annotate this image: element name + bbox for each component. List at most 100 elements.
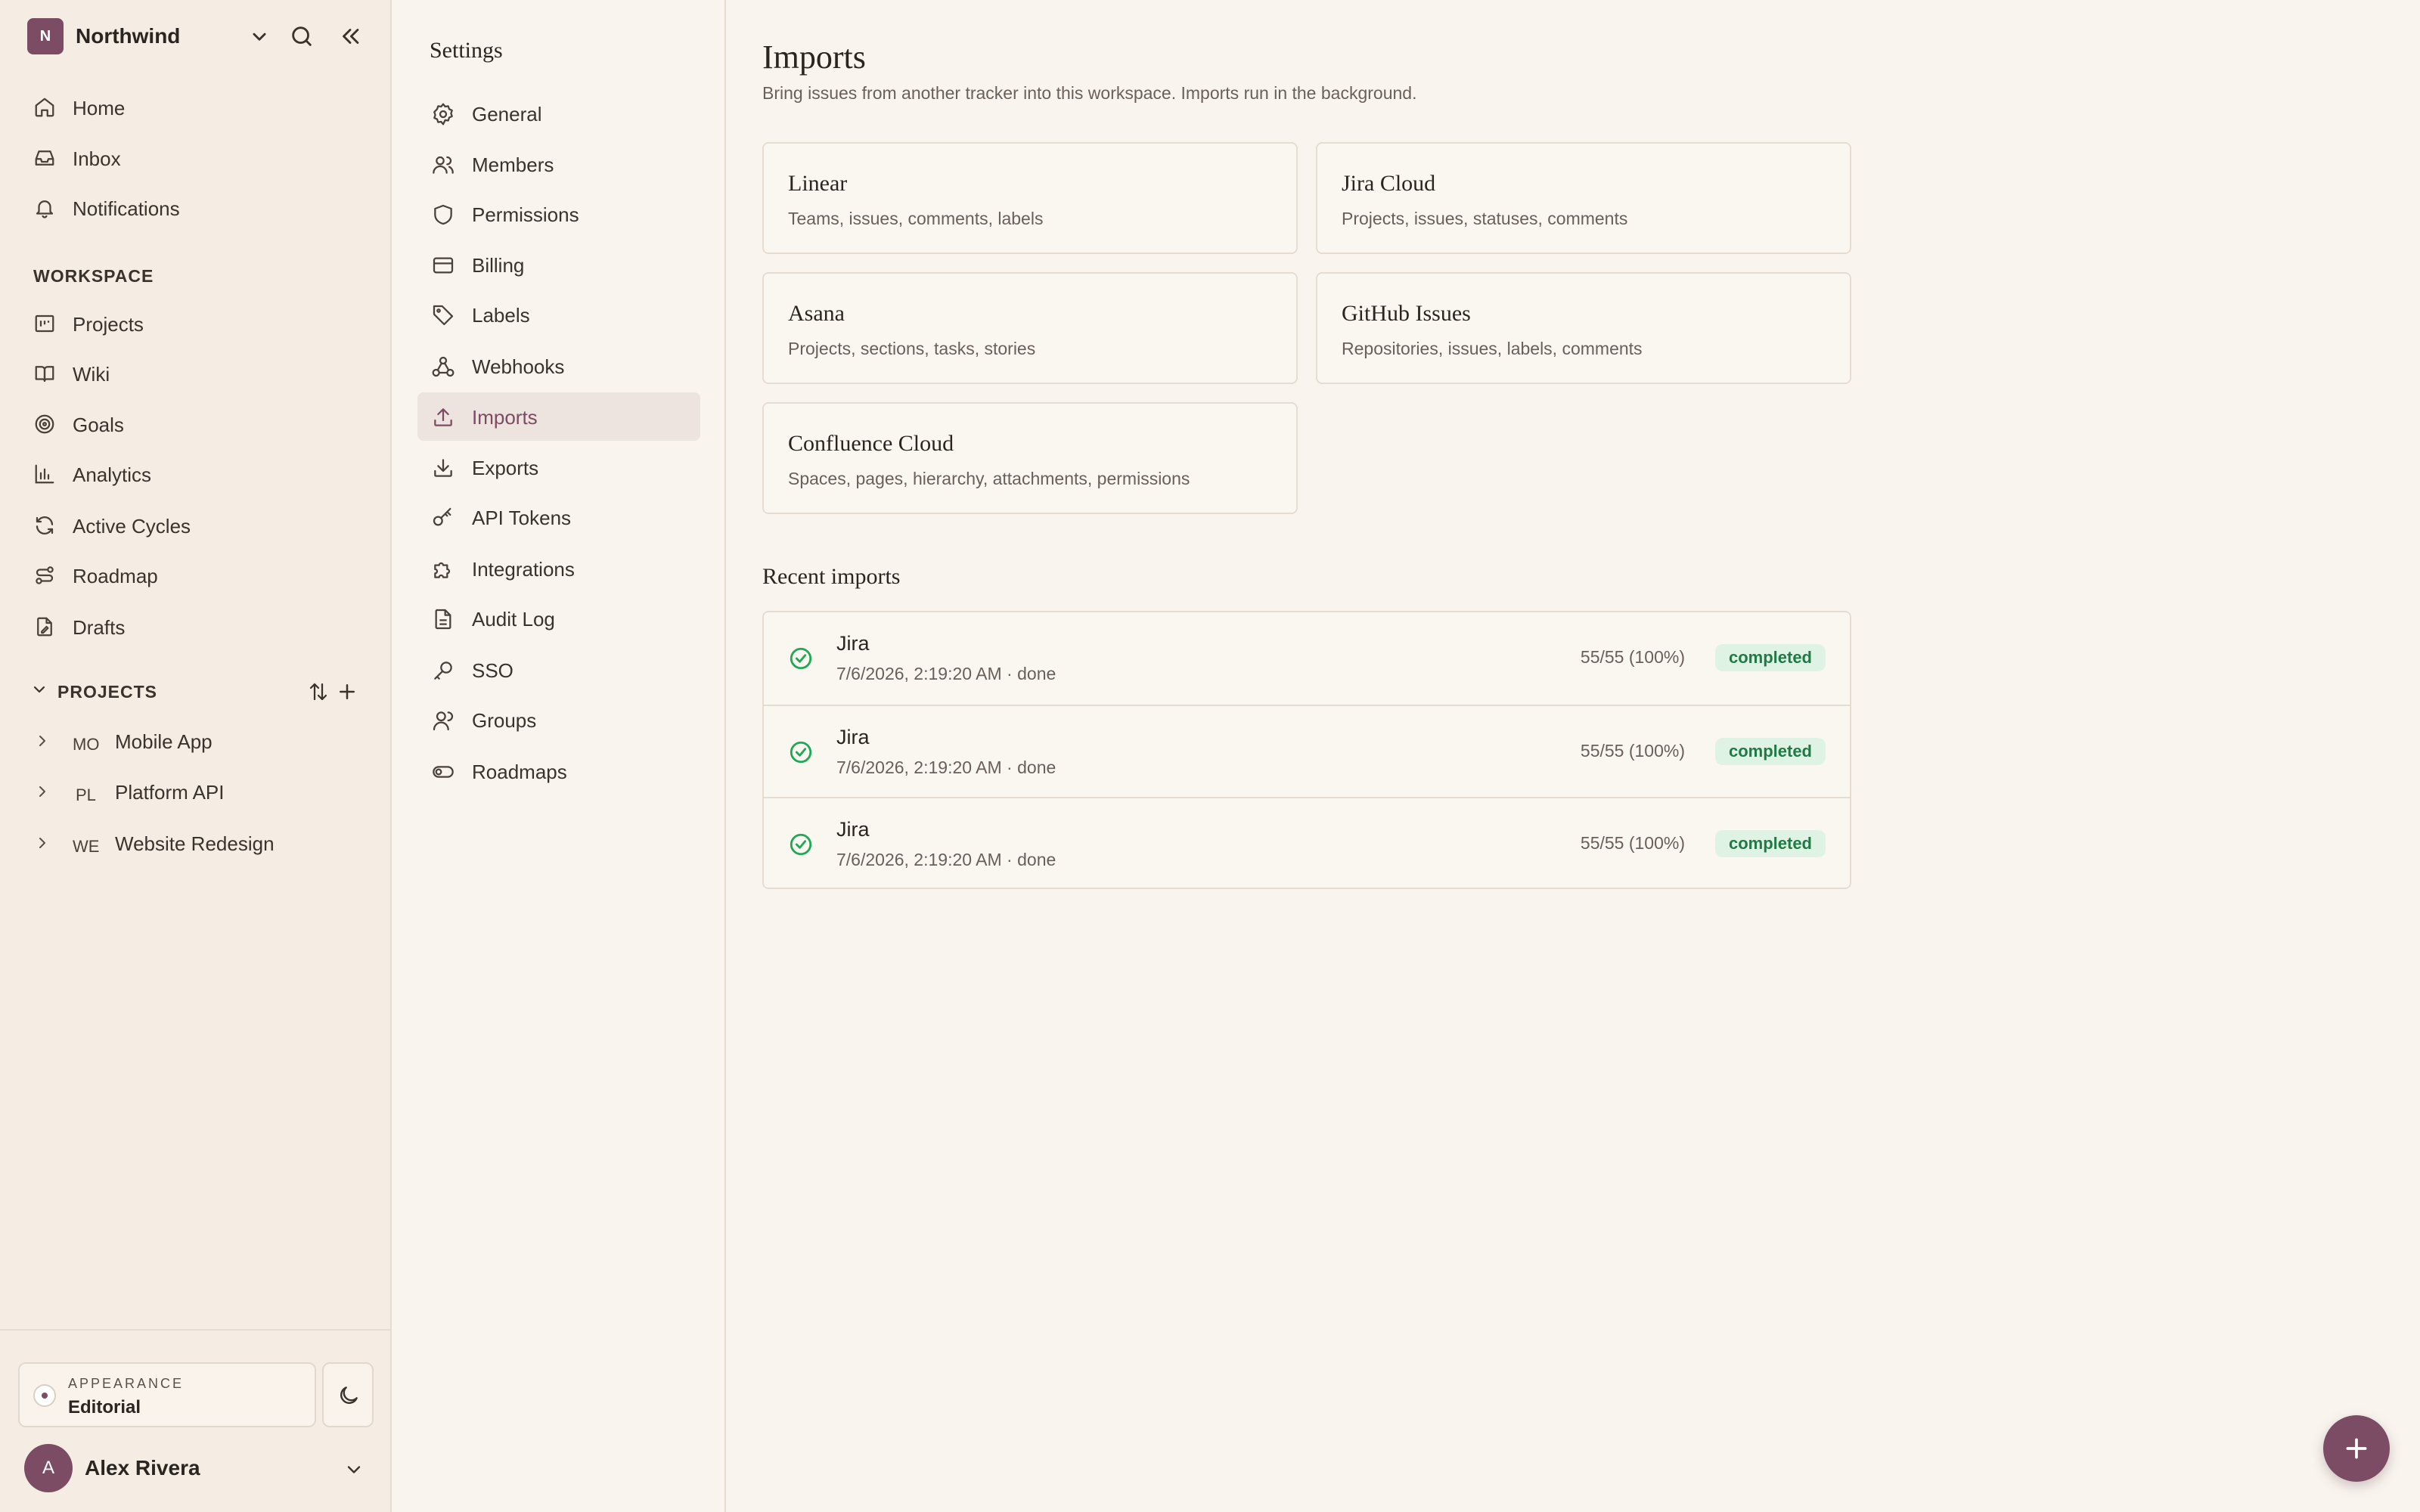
user-menu[interactable]: A Alex Rivera [24,1442,372,1492]
route-icon [33,564,56,587]
add-project-icon[interactable] [336,680,358,703]
project-item-platform-api[interactable]: PL Platform API [30,772,363,810]
settings-item-label: Audit Log [472,608,555,631]
settings-title: Settings [430,38,503,63]
settings-item-label: SSO [472,659,513,682]
projects-icon [33,312,56,335]
target-icon [33,413,56,435]
upload-icon [431,405,455,429]
gear-icon [431,102,455,126]
import-progress: 55/55 (100%) [1580,741,1685,761]
tag-icon [431,303,455,327]
main-content: Imports Bring issues from another tracke… [728,0,2420,1512]
appearance-selector[interactable]: APPEARANCE Editorial [18,1362,316,1427]
nav-item-active-cycles[interactable]: Active Cycles [30,506,363,544]
project-label: Mobile App [115,730,213,753]
users-icon [431,153,455,177]
list-item[interactable]: Jira 7/6/2026, 2:19:20 AM · done 55/55 (… [764,612,1850,705]
puzzle-icon [431,557,455,581]
import-source-linear[interactable]: Linear Teams, issues, comments, labels [762,142,1298,254]
nav-item-label: Analytics [73,463,152,486]
chevron-right-icon[interactable] [33,834,51,852]
import-source-jira-cloud[interactable]: Jira Cloud Projects, issues, statuses, c… [1316,142,1851,254]
import-progress: 55/55 (100%) [1580,833,1685,853]
import-source-confluence-cloud[interactable]: Confluence Cloud Spaces, pages, hierarch… [762,402,1298,514]
settings-item-api-tokens[interactable]: API Tokens [417,493,700,541]
book-icon [33,362,56,385]
appearance-value: Editorial [68,1397,141,1418]
settings-item-roadmaps[interactable]: Roadmaps [417,747,700,795]
page-subtitle: Bring issues from another tracker into t… [762,83,1417,103]
project-code: WE [73,837,100,856]
appearance-caption: APPEARANCE [68,1376,185,1391]
search-icon[interactable] [289,23,315,49]
refresh-icon [33,514,56,537]
source-name: Asana [788,301,845,326]
nav-item-roadmap[interactable]: Roadmap [30,556,363,593]
page-title: Imports [762,39,866,76]
nav-item-drafts[interactable]: Drafts [30,607,363,645]
theme-toggle-button[interactable] [322,1362,374,1427]
settings-item-label: Integrations [472,558,575,581]
settings-item-billing[interactable]: Billing [417,240,700,289]
nav-item-label: Drafts [73,616,126,639]
key-icon [431,506,455,530]
chevron-down-icon [33,686,45,693]
settings-item-members[interactable]: Members [417,140,700,188]
nav-item-projects[interactable]: Projects [30,304,363,342]
import-source-github-issues[interactable]: GitHub Issues Repositories, issues, labe… [1316,272,1851,384]
sort-icon[interactable] [307,680,330,703]
workspace-header[interactable]: N Northwind [27,18,368,54]
chevron-down-icon[interactable] [343,1459,365,1480]
nav-item-label: Wiki [73,363,110,386]
create-fab-button[interactable] [2323,1415,2390,1482]
nav-item-inbox[interactable]: Inbox [30,138,363,176]
check-circle-icon [788,646,814,671]
settings-item-webhooks[interactable]: Webhooks [417,342,700,390]
source-description: Projects, issues, statuses, comments [1342,209,1628,228]
settings-item-exports[interactable]: Exports [417,443,700,491]
source-name: Linear [788,171,848,196]
nav-item-goals[interactable]: Goals [30,404,363,442]
workspace-name[interactable]: Northwind [76,24,180,48]
list-item[interactable]: Jira 7/6/2026, 2:19:20 AM · done 55/55 (… [764,797,1850,888]
settings-item-label: General [472,103,542,125]
settings-item-integrations[interactable]: Integrations [417,544,700,593]
list-item[interactable]: Jira 7/6/2026, 2:19:20 AM · done 55/55 (… [764,705,1850,797]
bell-icon [33,197,56,219]
settings-item-imports[interactable]: Imports [417,392,700,441]
settings-item-label: Members [472,153,554,176]
avatar: A [24,1444,73,1492]
import-source-asana[interactable]: Asana Projects, sections, tasks, stories [762,272,1298,384]
nav-item-wiki[interactable]: Wiki [30,354,363,392]
collapse-sidebar-icon[interactable] [337,23,363,49]
project-item-mobile-app[interactable]: MO Mobile App [30,721,363,759]
sidebar: N Northwind Home Inbox Notifications WOR… [0,0,392,1512]
chevron-right-icon[interactable] [33,782,51,801]
chevron-right-icon[interactable] [33,732,51,750]
projects-section-toggle[interactable] [30,680,48,699]
download-icon [431,456,455,480]
settings-item-labels[interactable]: Labels [417,290,700,339]
bar-chart-icon [33,463,56,485]
nav-item-home[interactable]: Home [30,88,363,125]
settings-item-general[interactable]: General [417,89,700,138]
project-label: Website Redesign [115,832,275,855]
settings-item-sso[interactable]: SSO [417,646,700,694]
settings-item-groups[interactable]: Groups [417,696,700,744]
user-name: Alex Rivera [85,1456,200,1479]
settings-item-label: Permissions [472,203,579,226]
workspace-logo: N [27,18,64,54]
settings-item-audit-log[interactable]: Audit Log [417,594,700,643]
home-icon [33,96,56,119]
nav-item-analytics[interactable]: Analytics [30,454,363,492]
import-meta: 7/6/2026, 2:19:20 AM · done [836,850,1056,869]
settings-item-permissions[interactable]: Permissions [417,190,700,238]
nav-item-notifications[interactable]: Notifications [30,188,363,226]
project-item-website-redesign[interactable]: WE Website Redesign [30,823,363,861]
source-name: GitHub Issues [1342,301,1471,326]
settings-item-label: Webhooks [472,355,565,378]
settings-item-label: Exports [472,457,539,479]
chevron-down-icon[interactable] [247,23,272,49]
settings-item-label: Roadmaps [472,761,567,783]
